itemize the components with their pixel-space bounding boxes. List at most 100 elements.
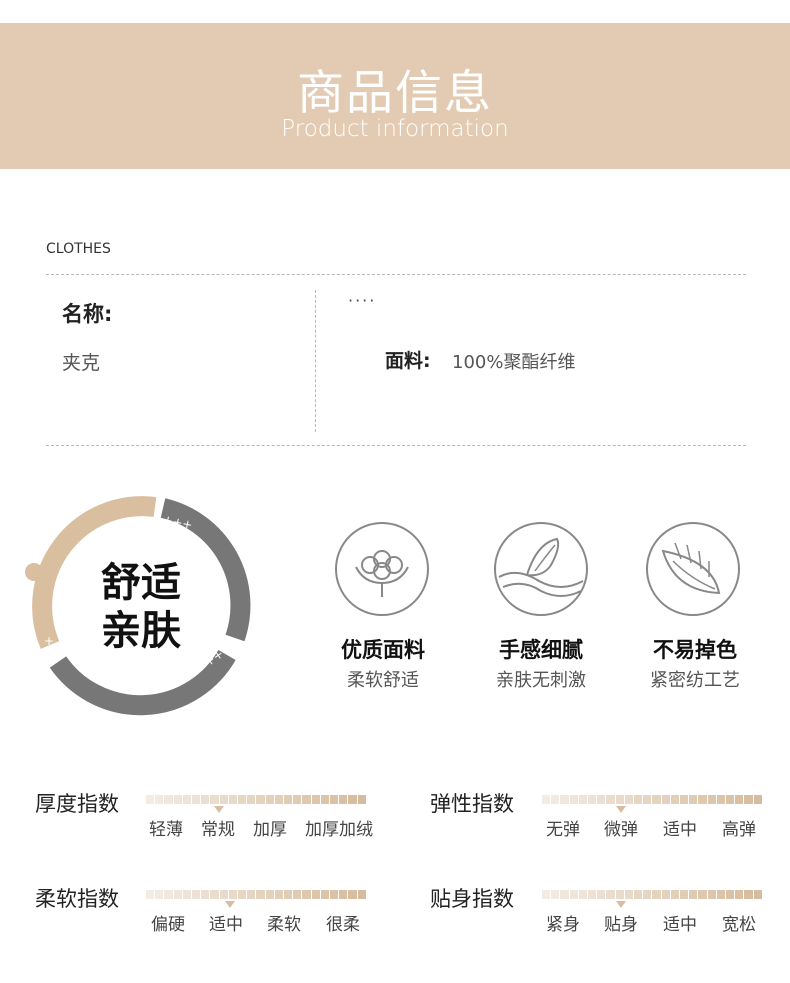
bar-segment [716,890,726,899]
bar-segment [155,890,164,899]
bar-segment [560,795,569,804]
bar-segment [173,890,182,899]
bar-segment [578,890,588,899]
index-option: 加厚加绒 [305,820,373,840]
bar-segment [569,890,578,899]
index-option: 无弹 [546,820,580,840]
index-option: 贴身 [604,915,638,935]
bar-segment [661,890,670,899]
ring-arc-gray-bottom [49,649,236,716]
bar-segment [228,795,238,804]
bar-segment [652,890,661,899]
bar-segment [707,795,716,804]
index-label-thickness: 厚度指数 [35,792,119,816]
bar-segment [578,795,588,804]
leaf-icon [646,522,740,616]
index-marker-fit [616,901,627,908]
index-label-fit: 贴身指数 [430,887,514,911]
bar-segment [330,795,339,804]
bar-segment [588,795,597,804]
bar-segment [238,890,247,899]
index-option: 偏硬 [151,915,185,935]
bar-segment [247,795,256,804]
bar-segment [744,795,753,804]
bar-segment [182,890,192,899]
bar-segment [689,890,698,899]
bar-segment [551,890,560,899]
feature-title-2: 手感细腻 [499,638,583,662]
bar-segment [256,890,265,899]
index-option: 加厚 [253,820,287,840]
bar-segment [615,890,624,899]
bar-segment [274,890,284,899]
index-label-elasticity: 弹性指数 [430,792,514,816]
index-bar-thickness [146,795,366,804]
bar-segment [238,795,247,804]
bar-segment [606,795,615,804]
bar-segment [624,890,634,899]
index-option: 适中 [663,820,697,840]
index-bar-softness [146,890,366,899]
cotton-icon [335,522,429,616]
bar-segment [265,795,274,804]
bar-segment [173,795,182,804]
bar-segment [201,795,210,804]
bar-segment [624,795,634,804]
section-label: CLOTHES [46,241,111,257]
bar-segment [661,795,670,804]
bar-segment [311,795,320,804]
bar-segment [293,795,302,804]
ring-dot [25,563,43,581]
bar-segment [753,890,762,899]
bar-segment [247,890,256,899]
dots-decoration: ···· [348,291,377,310]
bar-segment [348,890,357,899]
index-option: 很柔 [326,915,360,935]
feature-title-1: 优质面料 [341,638,425,662]
bar-segment [348,795,357,804]
bar-segment [670,795,680,804]
bar-segment [615,795,624,804]
index-option: 常规 [201,820,235,840]
page-subtitle: Product information [281,116,509,142]
bar-segment [201,890,210,899]
bar-segment [542,890,551,899]
bar-segment [744,890,753,899]
page-title: 商品信息 [297,66,493,121]
index-option: 紧身 [546,915,580,935]
index-bar-fit [542,890,762,899]
bar-segment [219,795,228,804]
index-bar-elasticity [542,795,762,804]
bar-segment [597,795,606,804]
divider-bottom [46,445,746,446]
bar-segment [320,795,330,804]
ring-plus-left: + [44,634,54,648]
name-label: 名称: [62,302,113,326]
index-option: 适中 [209,915,243,935]
bar-segment [357,795,366,804]
bar-segment [339,795,348,804]
bar-segment [643,795,652,804]
index-option: 适中 [663,915,697,935]
bar-segment [284,890,293,899]
bar-segment [716,795,726,804]
index-marker-softness [224,901,235,908]
bar-segment [542,795,551,804]
bar-segment [164,890,173,899]
bar-segment [652,795,661,804]
bar-segment [753,795,762,804]
bar-segment [735,890,744,899]
bar-segment [707,890,716,899]
fabric-label: 面料: [385,350,431,372]
bar-segment [634,890,643,899]
index-option: 高弹 [722,820,756,840]
bar-segment [311,890,320,899]
bar-segment [302,890,311,899]
index-label-softness: 柔软指数 [35,887,119,911]
feature-sub-2: 亲肤无刺激 [496,670,586,691]
bar-segment [643,890,652,899]
bar-segment [357,890,366,899]
bar-segment [680,890,689,899]
divider-vertical [315,290,316,432]
bar-segment [726,795,735,804]
